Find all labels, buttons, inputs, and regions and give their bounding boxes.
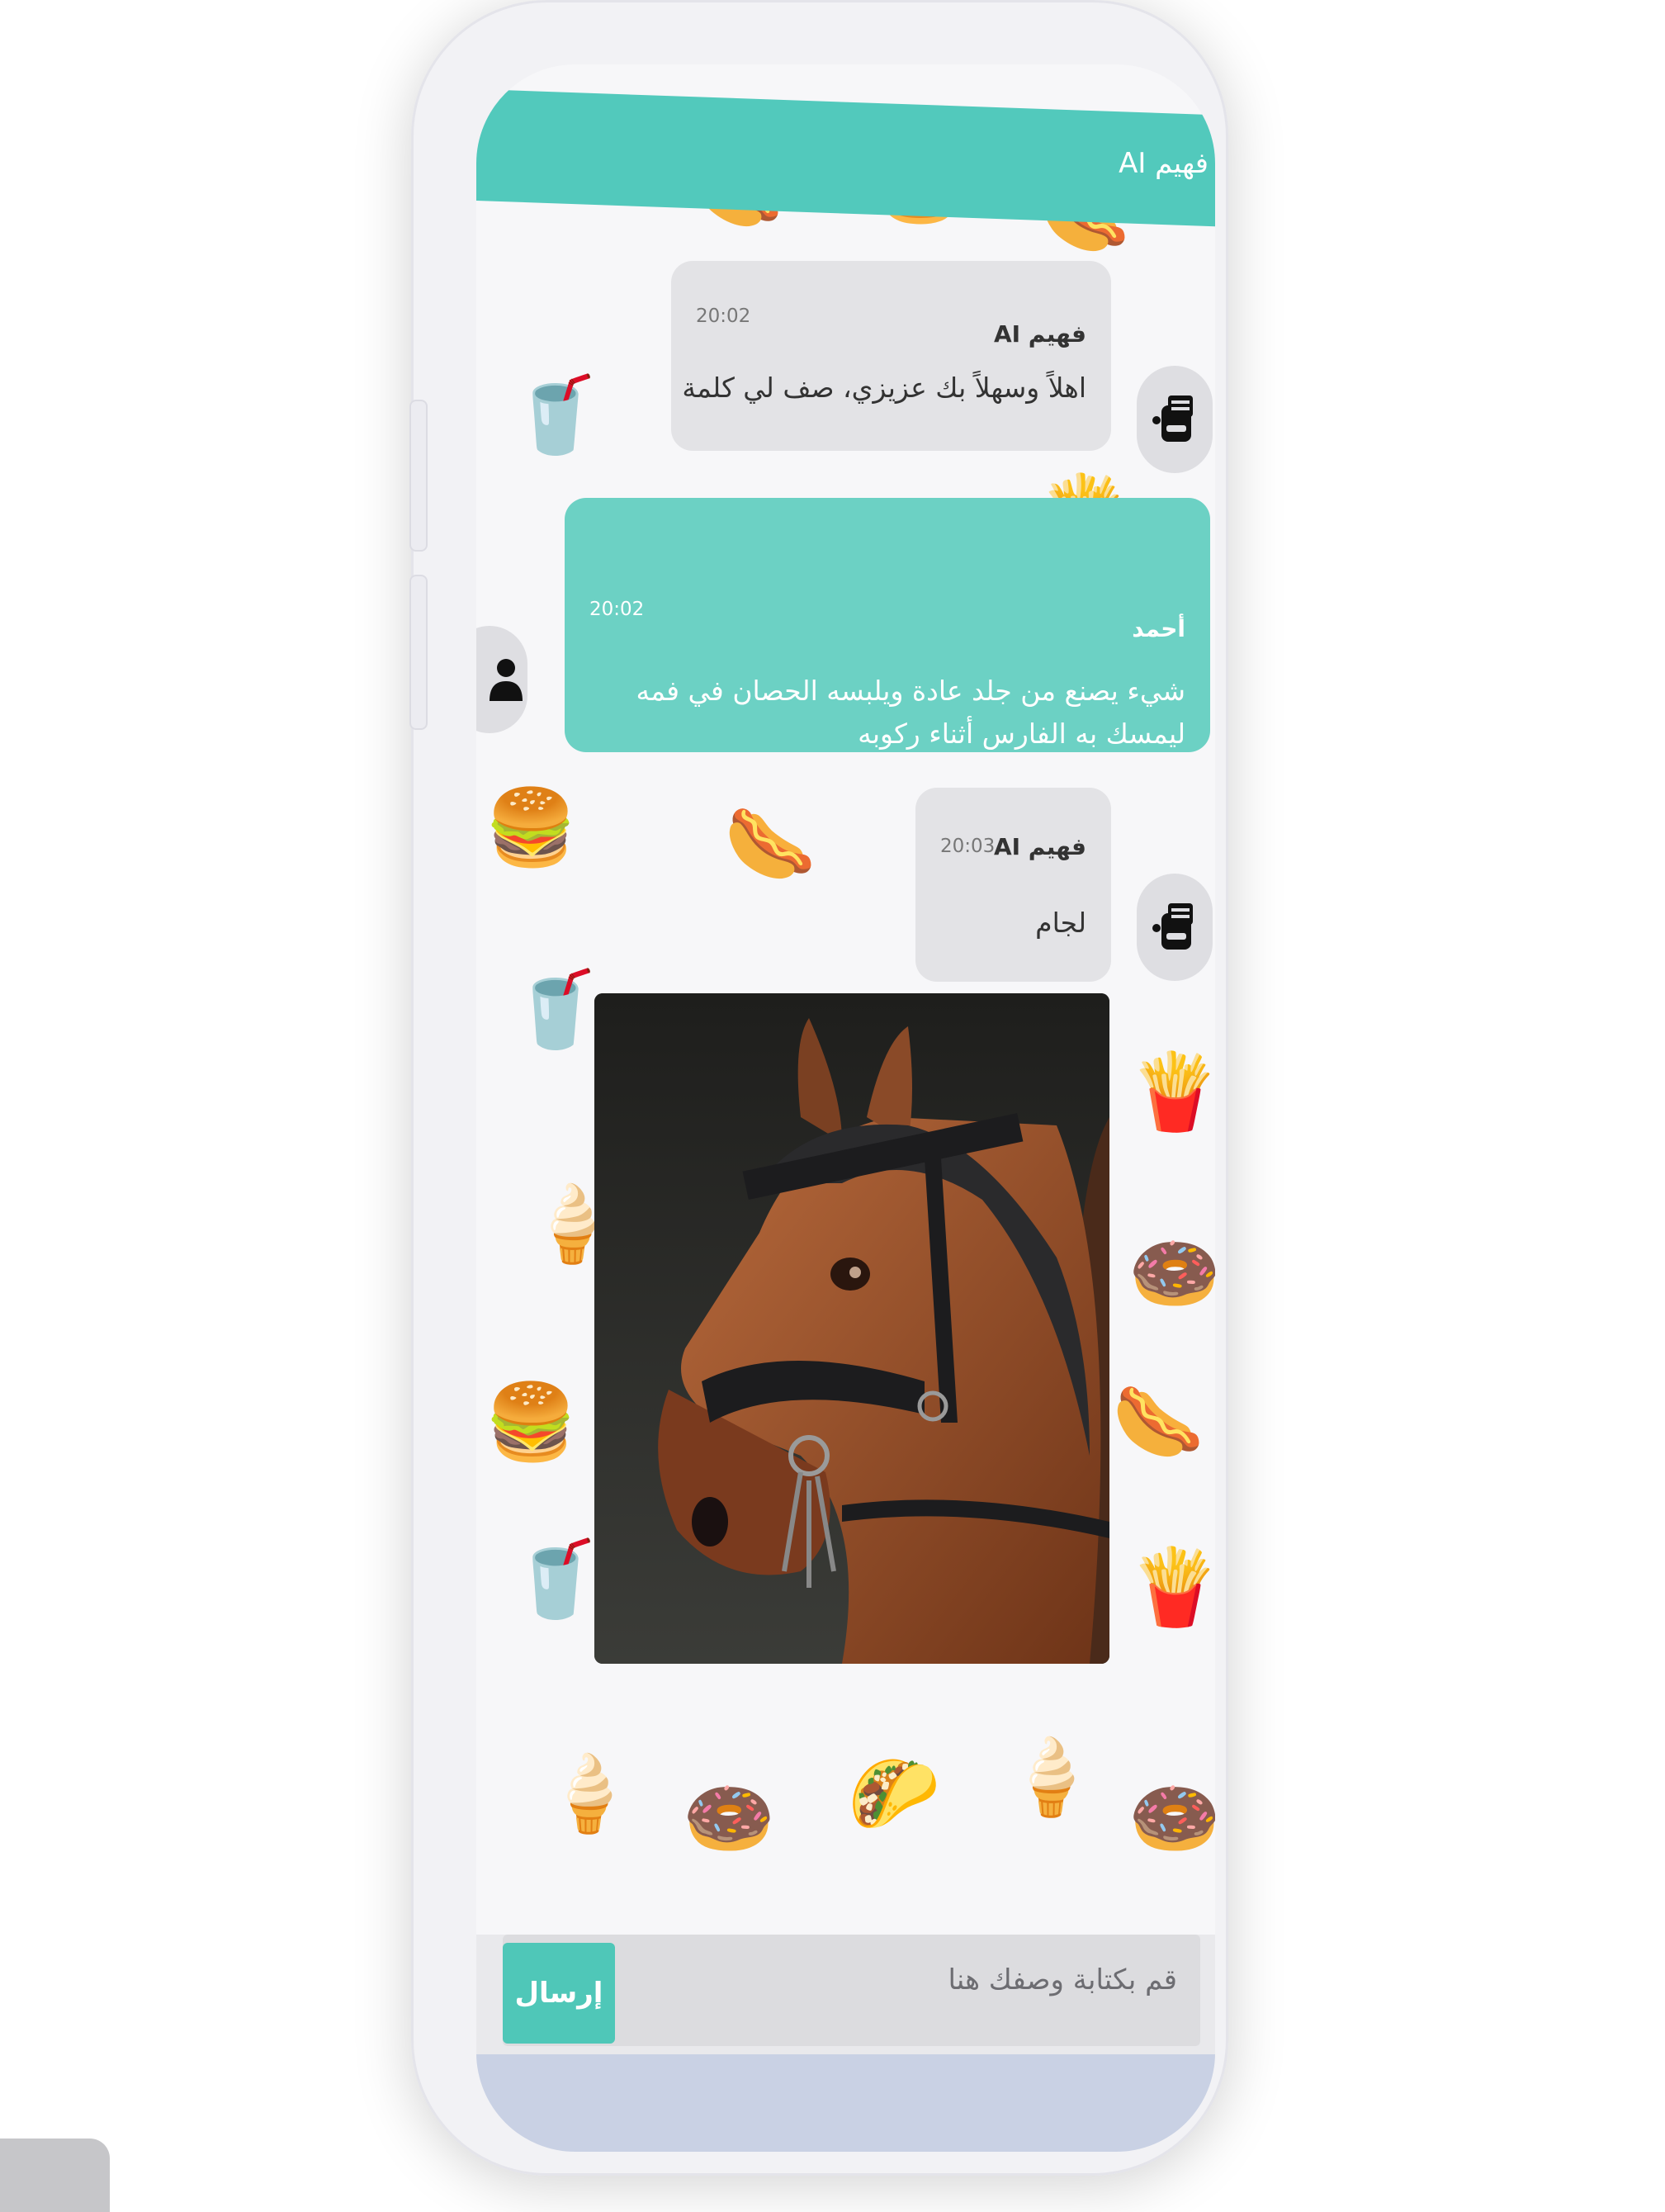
doodle-icon: 🥤: [509, 1536, 603, 1622]
message-text: اهلاً وسهلاً بك عزيزي، صف لي كلمة: [682, 372, 1086, 404]
doodle-icon: 🍟: [1128, 1544, 1215, 1631]
message-sender: فهيم AI: [993, 320, 1086, 348]
chat-screen: 🍔 🌭 🍔 🌭 🥤 🍟 🍔 🌭 🥤 🍦 🍟 🍩 🍔 🌭 🥤 🍟 🍦 🍩 🌮 🍦 …: [476, 64, 1215, 2152]
message-bubble-ai: فهيم AI 20:02 اهلاً وسهلاً بك عزيزي، صف …: [671, 261, 1111, 451]
user-avatar: [476, 626, 527, 733]
message-bubble-ai: فهيم AI 20:03 لجام: [915, 788, 1111, 982]
page-stage: 🍔 🌭 🍔 🌭 🥤 🍟 🍔 🌭 🥤 🍦 🍟 🍩 🍔 🌭 🥤 🍟 🍦 🍩 🌮 🍦 …: [0, 0, 1665, 2212]
generated-image[interactable]: [594, 993, 1109, 1664]
message-sender: فهيم AI: [993, 833, 1086, 860]
doodle-icon: 🍟: [1128, 1049, 1215, 1135]
message-input[interactable]: قم بكتابة وصفك هنا إرسال: [503, 1935, 1200, 2046]
message-time: 20:02: [696, 306, 751, 327]
message-text: لجام: [1035, 907, 1086, 939]
user-icon: [490, 659, 523, 701]
chat-header: [476, 89, 1215, 227]
message-text-line: ليمسك به الفارس أثناء ركوبه: [858, 718, 1185, 750]
bot-avatar: [1137, 874, 1213, 981]
message-sender: أحمد: [1132, 615, 1185, 642]
robot-icon: [1152, 396, 1193, 442]
phone-side-button-upper: [409, 400, 428, 552]
doodle-icon: 🍔: [485, 1379, 578, 1466]
doodle-icon: 🌭: [724, 801, 817, 888]
robot-icon: [1152, 903, 1193, 950]
chat-title: فهيم AI: [1119, 147, 1209, 180]
message-time: 20:03: [940, 836, 996, 857]
doodle-icon: 🍔: [485, 784, 578, 871]
bot-avatar: [1137, 366, 1213, 473]
doodle-icon: 🍦: [542, 1750, 636, 1837]
doodle-icon: 🥤: [509, 372, 603, 458]
doodle-icon: 🌭: [1112, 1379, 1205, 1466]
message-bubble-user: أحمد 20:02 شيء يصنع من جلد عادة ويلبسه ا…: [565, 498, 1210, 752]
phone-side-button-lower: [409, 575, 428, 730]
doodle-icon: 🍩: [1128, 1775, 1215, 1862]
message-time: 20:02: [589, 599, 645, 620]
send-button[interactable]: إرسال: [503, 1943, 615, 2044]
horse-bridle-image: [594, 993, 1109, 1664]
corner-tab: [0, 2139, 110, 2212]
screen-bottom-edge: [476, 2054, 1215, 2152]
doodle-icon: 🍦: [1005, 1734, 1098, 1821]
doodle-icon: 🌮: [848, 1750, 941, 1837]
doodle-icon: 🍩: [1128, 1230, 1215, 1317]
doodle-icon: 🍩: [683, 1775, 776, 1862]
doodle-icon: 🥤: [509, 966, 603, 1053]
message-input-placeholder: قم بكتابة وصفك هنا: [948, 1963, 1177, 1996]
message-text-line: شيء يصنع من جلد عادة ويلبسه الحصان في فم…: [636, 675, 1185, 707]
